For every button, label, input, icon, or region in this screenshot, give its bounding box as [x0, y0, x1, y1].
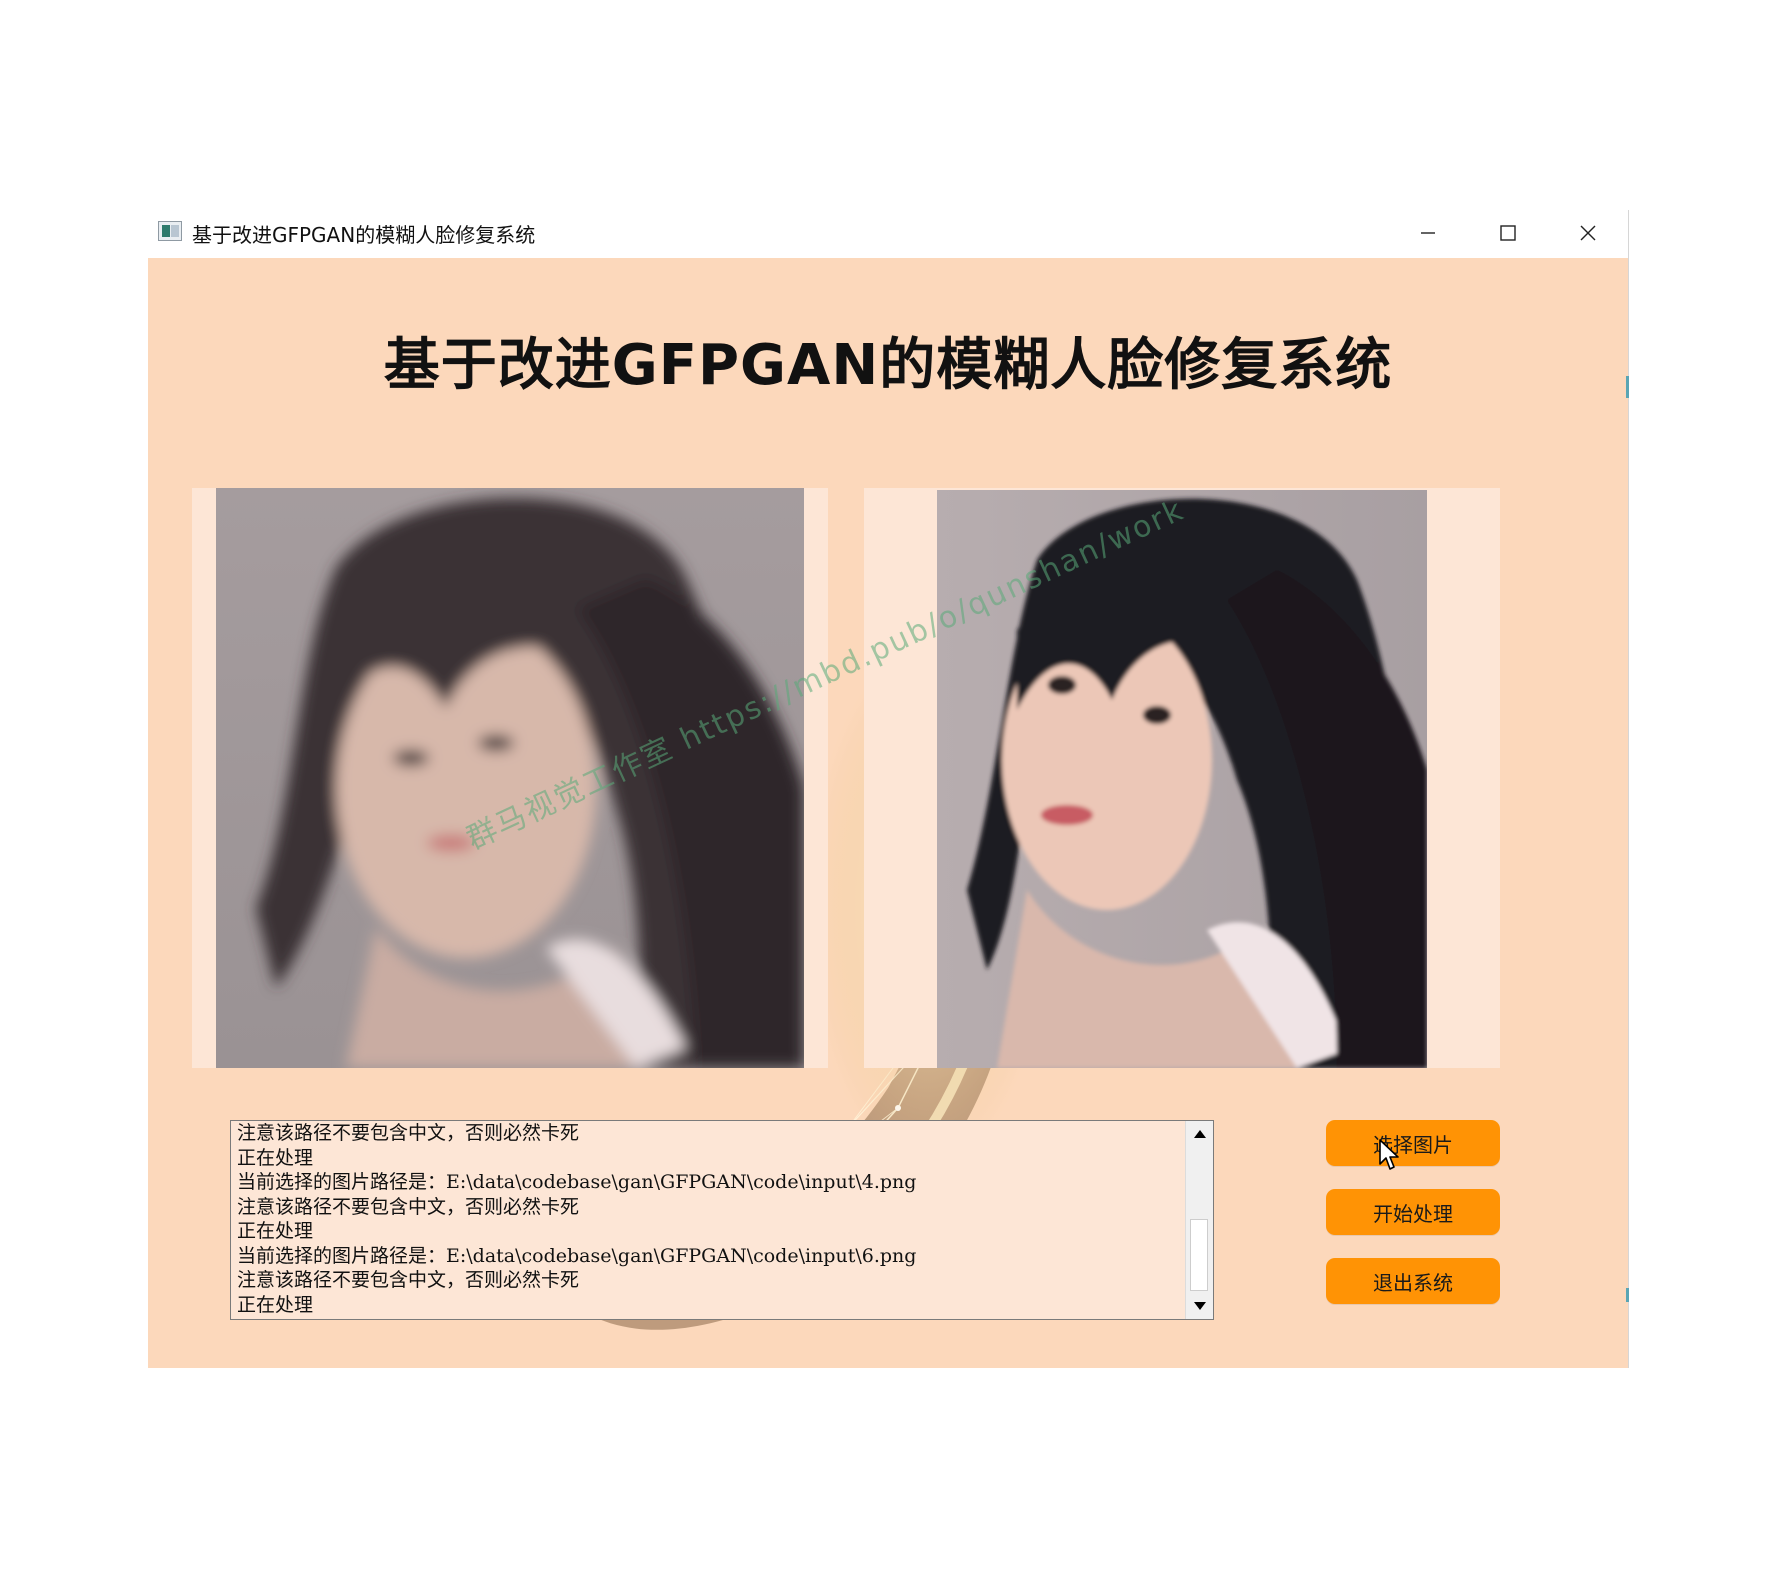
minimize-icon: [1421, 232, 1435, 234]
minimize-button[interactable]: [1388, 210, 1468, 256]
start-processing-button[interactable]: 开始处理: [1326, 1189, 1500, 1235]
log-lines: 注意该路径不要包含中文，否则必然卡死 正在处理 当前选择的图片路径是：E:\data…: [237, 1121, 1177, 1317]
mouse-cursor-icon: [1379, 1139, 1399, 1170]
window-title: 基于改进GFPGAN的模糊人脸修复系统: [192, 223, 536, 247]
close-icon: [1580, 225, 1596, 241]
scroll-down-button[interactable]: [1186, 1293, 1213, 1319]
close-button[interactable]: [1548, 210, 1628, 256]
log-line: 当前选择的图片路径是：E:\data\codebase\gan\GFPGAN\c…: [237, 1171, 917, 1193]
scroll-up-arrow-icon: [1193, 1130, 1206, 1138]
log-output-textbox[interactable]: 注意该路径不要包含中文，否则必然卡死 正在处理 当前选择的图片路径是：E:\data…: [230, 1120, 1214, 1320]
log-scrollbar[interactable]: [1185, 1121, 1213, 1319]
app-window: 基于改进GFPGAN的模糊人脸修复系统 基于改进GFPGAN的模糊人脸修复系统: [148, 210, 1629, 1368]
log-line: 注意该路径不要包含中文，否则必然卡死: [237, 1195, 580, 1218]
scroll-up-button[interactable]: [1186, 1121, 1213, 1147]
page-title: 基于改进GFPGAN的模糊人脸修复系统: [383, 333, 1393, 398]
main-client-area: 基于改进GFPGAN的模糊人脸修复系统 群马视觉工作室 https://mbd.…: [148, 258, 1628, 1368]
log-line: 正在处理: [237, 1220, 314, 1242]
window-edge-marker: [1626, 1288, 1629, 1302]
log-line: 注意该路径不要包含中文，否则必然卡死: [237, 1269, 580, 1291]
scroll-thumb[interactable]: [1190, 1219, 1208, 1291]
log-line: 当前选择的图片路径是：E:\data\codebase\gan\GFPGAN\c…: [237, 1244, 917, 1267]
log-line: 注意该路径不要包含中文，否则必然卡死: [237, 1122, 580, 1144]
scroll-down-arrow-icon: [1193, 1302, 1206, 1310]
maximize-icon: [1500, 225, 1516, 241]
exit-system-button[interactable]: 退出系统: [1326, 1258, 1500, 1304]
title-bar[interactable]: 基于改进GFPGAN的模糊人脸修复系统: [148, 210, 1628, 258]
window-edge-marker: [1626, 376, 1629, 398]
app-window-icon: [158, 221, 182, 241]
restored-image: [937, 490, 1427, 1068]
log-line: 正在处理: [237, 1293, 314, 1316]
original-image: [216, 488, 804, 1068]
select-image-button[interactable]: 选择图片: [1326, 1120, 1500, 1166]
maximize-button[interactable]: [1468, 210, 1548, 256]
log-line: 正在处理: [237, 1146, 314, 1169]
